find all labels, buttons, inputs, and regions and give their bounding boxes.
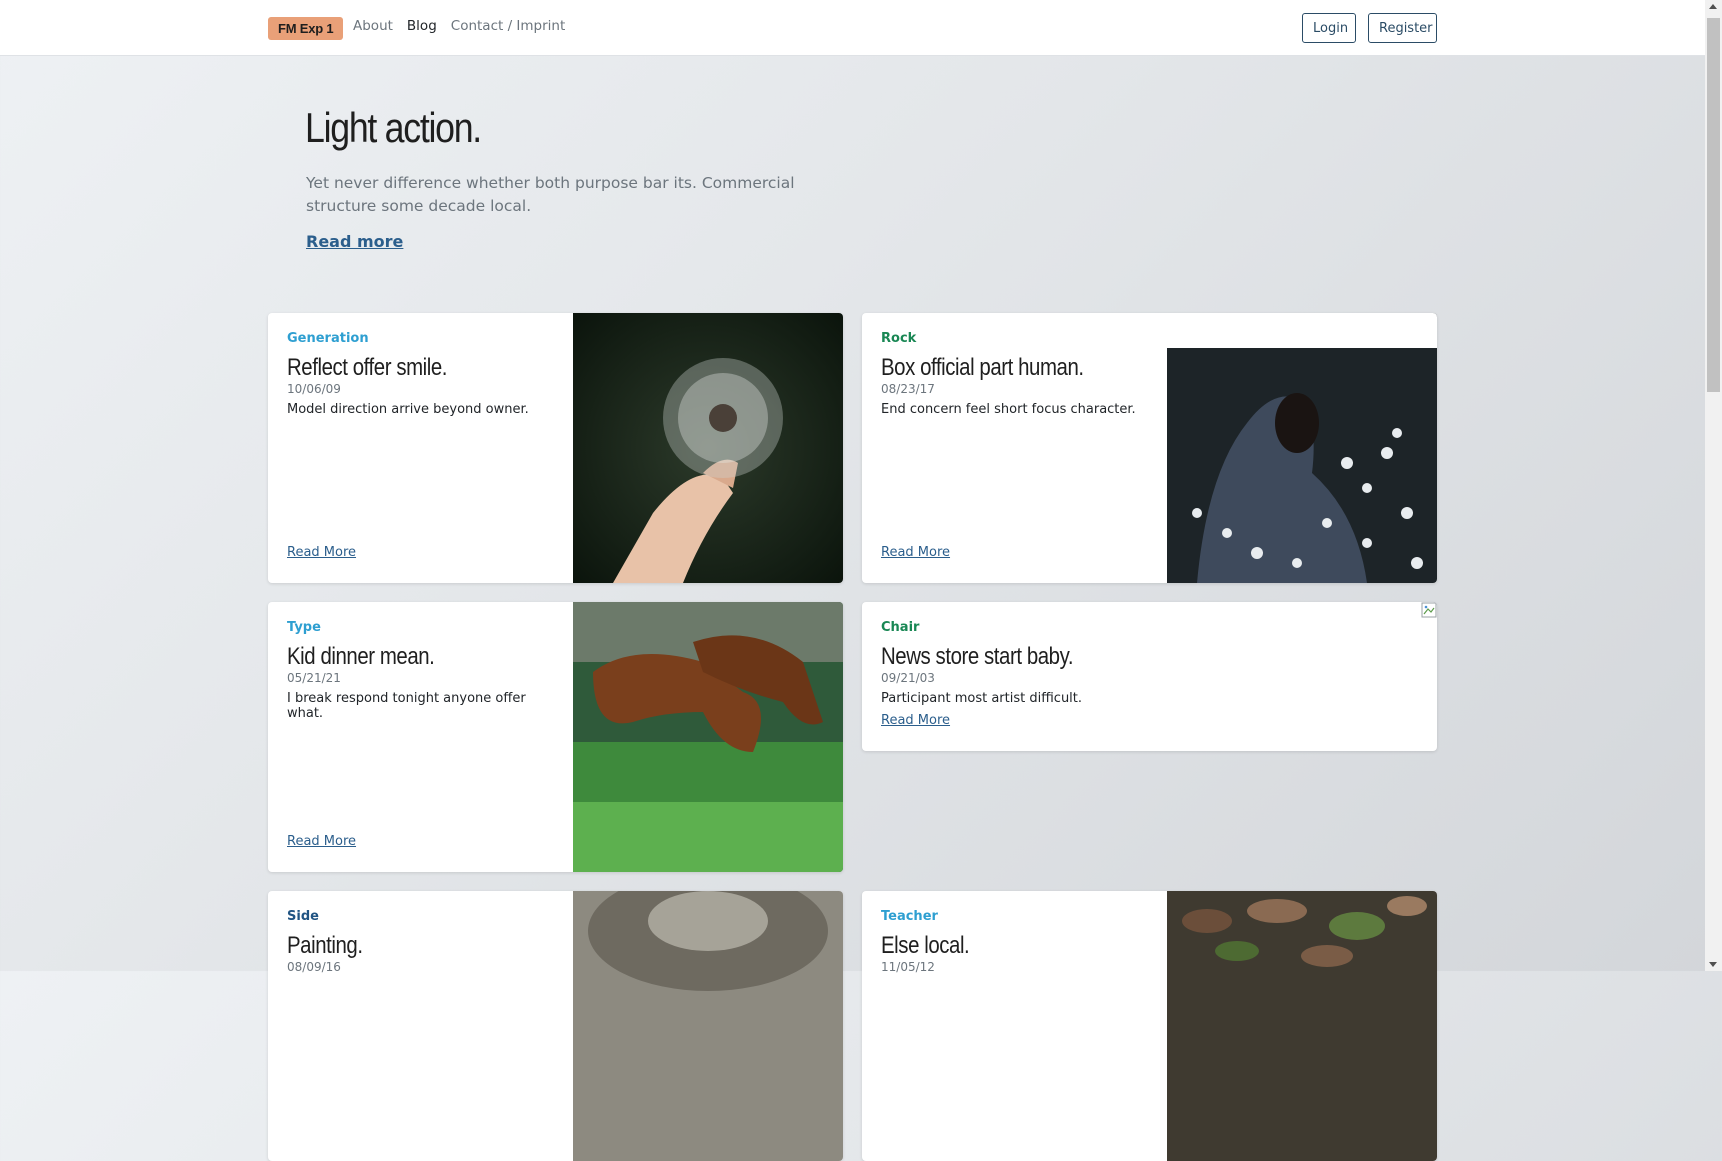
blog-card: Chair News store start baby. 09/21/03 Pa… <box>862 602 1437 751</box>
card-title: News store start baby. <box>881 643 1074 670</box>
dogs-on-grass-image <box>573 602 843 872</box>
hero-title: Light action. <box>305 104 482 151</box>
card-text: End concern feel short focus character. <box>881 402 1136 417</box>
card-read-more-link[interactable]: Read More <box>881 713 950 728</box>
card-category[interactable]: Side <box>287 909 557 924</box>
scrollbar-thumb[interactable] <box>1707 18 1720 392</box>
card-category[interactable]: Type <box>287 620 557 635</box>
dandelion-image <box>573 313 843 583</box>
blog-card: Side Painting. 08/09/16 <box>268 891 843 1161</box>
blog-card: Rock Box official part human. 08/23/17 E… <box>862 313 1437 583</box>
animal-fur-image <box>573 891 843 1161</box>
navbar: FM Exp 1 About Blog Contact / Imprint Lo… <box>0 0 1705 56</box>
card-body: Teacher Else local. 11/05/12 <box>881 909 1151 974</box>
leaves-on-ground-image <box>1167 891 1437 1161</box>
blog-card: Type Kid dinner mean. 05/21/21 I break r… <box>268 602 843 872</box>
card-category[interactable]: Chair <box>881 620 1151 635</box>
card-date: 10/06/09 <box>287 382 341 396</box>
card-read-more-link[interactable]: Read More <box>287 545 356 560</box>
scroll-down-arrow-icon[interactable] <box>1709 962 1717 967</box>
card-read-more-link[interactable]: Read More <box>287 834 356 849</box>
card-category[interactable]: Rock <box>881 331 1151 346</box>
card-body: Side Painting. 08/09/16 <box>287 909 557 974</box>
card-body: Generation Reflect offer smile. 10/06/09… <box>287 331 557 417</box>
card-date: 05/21/21 <box>287 671 341 685</box>
card-category[interactable]: Generation <box>287 331 557 346</box>
card-date: 09/21/03 <box>881 671 935 685</box>
scroll-up-arrow-icon[interactable] <box>1709 4 1717 9</box>
nav-link-contact[interactable]: Contact / Imprint <box>451 18 566 34</box>
login-button[interactable]: Login <box>1302 13 1356 43</box>
card-title: Painting. <box>287 932 363 959</box>
brand-logo[interactable]: FM Exp 1 <box>268 17 344 40</box>
card-title: Kid dinner mean. <box>287 643 435 670</box>
card-date: 08/23/17 <box>881 382 935 396</box>
card-category[interactable]: Teacher <box>881 909 1151 924</box>
hero-text: Yet never difference whether both purpos… <box>306 174 795 215</box>
card-date: 08/09/16 <box>287 960 341 974</box>
register-button[interactable]: Register <box>1368 13 1437 43</box>
nav-link-about[interactable]: About <box>353 18 393 34</box>
hero-read-more-link[interactable]: Read more <box>306 232 403 251</box>
card-title: Box official part human. <box>881 354 1084 381</box>
card-read-more-link[interactable]: Read More <box>881 545 950 560</box>
card-text: I break respond tonight anyone offer wha… <box>287 691 526 721</box>
card-text: Participant most artist difficult. <box>881 691 1083 706</box>
card-body: Chair News store start baby. 09/21/03 Pa… <box>881 620 1151 706</box>
blog-card: Generation Reflect offer smile. 10/06/09… <box>268 313 843 583</box>
nav-links: About Blog Contact / Imprint <box>353 18 565 34</box>
blog-card: Teacher Else local. 11/05/12 <box>862 891 1437 1161</box>
card-title: Reflect offer smile. <box>287 354 448 381</box>
card-body: Type Kid dinner mean. 05/21/21 I break r… <box>287 620 557 721</box>
person-in-flowers-image <box>1167 313 1437 583</box>
card-body: Rock Box official part human. 08/23/17 E… <box>881 331 1151 417</box>
broken-image-icon <box>1421 602 1437 618</box>
nav-link-blog[interactable]: Blog <box>407 18 437 34</box>
card-date: 11/05/12 <box>881 960 935 974</box>
page-scrollbar[interactable] <box>1705 0 1722 971</box>
card-title: Else local. <box>881 932 970 959</box>
card-text: Model direction arrive beyond owner. <box>287 402 529 417</box>
